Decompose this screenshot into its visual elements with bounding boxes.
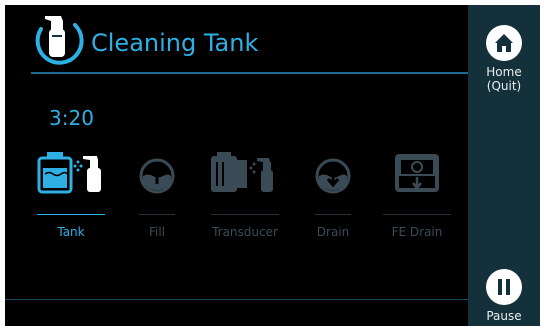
- page-title: Cleaning Tank: [91, 29, 259, 57]
- transducer-spray-icon: [211, 152, 273, 192]
- timer-display: 3:20: [49, 106, 94, 130]
- spray-bottle-icon: [35, 16, 84, 65]
- tank-spray-icon: [37, 152, 101, 194]
- step-underline: [211, 214, 279, 215]
- sidebar: Home (Quit) Pause: [468, 5, 540, 326]
- pause-button[interactable]: Pause: [468, 269, 540, 323]
- step-label-transducer: Transducer: [212, 225, 278, 239]
- step-label-fe-drain: FE Drain: [391, 225, 443, 239]
- drain-icon: [315, 158, 351, 194]
- step-transducer[interactable]: Transducer: [205, 148, 285, 239]
- bottom-divider: [5, 299, 468, 300]
- home-quit-button[interactable]: Home (Quit): [468, 25, 540, 93]
- step-label-tank: Tank: [57, 225, 85, 239]
- step-underline: [139, 214, 175, 215]
- quit-label: (Quit): [486, 79, 522, 93]
- title-divider: [31, 72, 471, 74]
- step-underline-active: [37, 214, 105, 215]
- step-underline: [383, 214, 451, 215]
- step-drain[interactable]: Drain: [309, 148, 357, 239]
- step-fill[interactable]: Fill: [133, 148, 181, 239]
- step-fe-drain[interactable]: FE Drain: [381, 148, 453, 239]
- home-icon: [486, 25, 522, 61]
- device-screen: Cleaning Tank 3:20 Tank Fill Transducer …: [5, 5, 540, 326]
- pause-icon: [486, 269, 522, 305]
- step-tank[interactable]: Tank: [35, 148, 107, 239]
- step-underline: [315, 214, 351, 215]
- home-label: Home: [486, 65, 522, 79]
- step-label-drain: Drain: [316, 225, 350, 239]
- pause-label: Pause: [486, 309, 522, 323]
- fe-drain-icon: [395, 154, 439, 192]
- step-label-fill: Fill: [148, 225, 166, 239]
- fill-icon: [139, 158, 175, 194]
